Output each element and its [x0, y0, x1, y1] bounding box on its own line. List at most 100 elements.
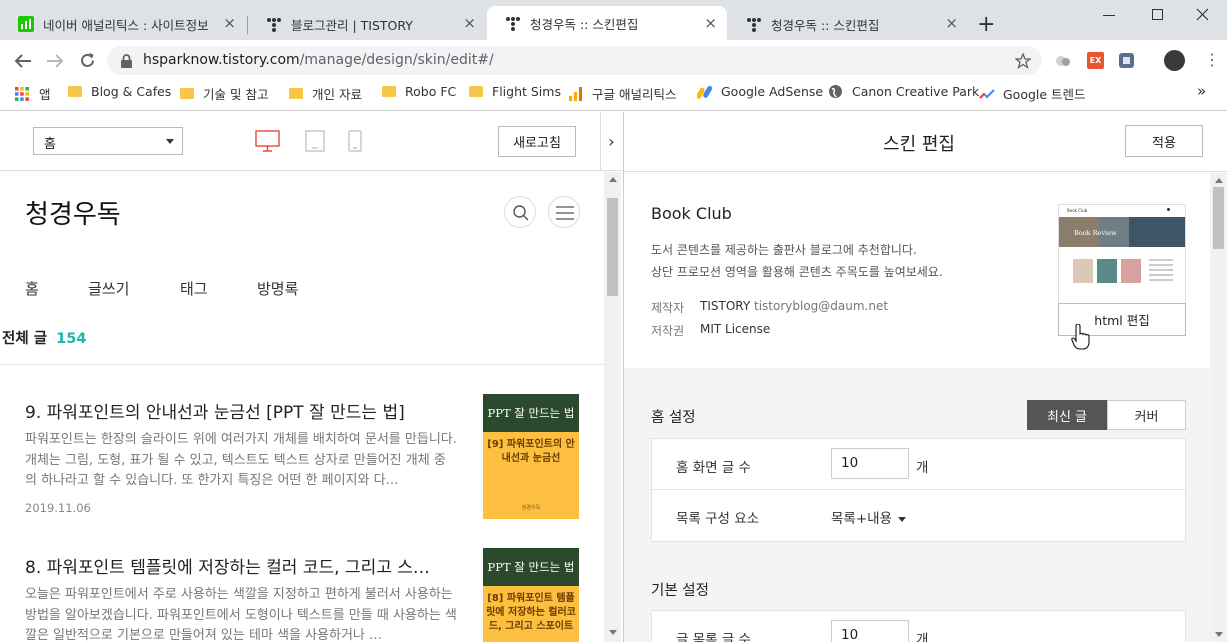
bookmark-robo-fc[interactable]: Robo FC — [382, 84, 456, 99]
page-select[interactable]: 홈 — [33, 127, 183, 155]
bookmark-label: Flight Sims — [492, 84, 561, 99]
post-date: 2019.11.06 — [25, 501, 91, 515]
scroll-down-arrow-icon[interactable] — [1215, 632, 1223, 637]
unit-label: 개 — [916, 632, 929, 642]
list-component-select[interactable]: 목록+내용 — [831, 507, 906, 527]
home-count-input[interactable]: 10 — [831, 448, 909, 479]
new-tab-button[interactable]: + — [977, 12, 995, 38]
bookmark-label: Blog & Cafes — [91, 84, 172, 99]
scroll-up-arrow-icon[interactable] — [1215, 178, 1223, 183]
tistory-icon — [746, 16, 762, 32]
tab-skin-edit-active[interactable]: 청경우독 :: 스킨편집 × — [487, 6, 727, 40]
post-excerpt[interactable]: 파워포인트는 한장의 슬라이드 위에 여러가지 개체를 배치하여 문서를 만듭니… — [25, 430, 457, 492]
post-thumbnail[interactable]: PPT 잘 만드는 법 [8] 파워포인트 템플릿에 저장하는 컬러코드, 그리… — [483, 548, 579, 642]
skin-thumbnail: Book Club Book Review — [1058, 204, 1186, 304]
extension-cloud-icon[interactable] — [1054, 52, 1072, 70]
bookmark-google-trends[interactable]: Google 트렌드 — [979, 84, 1086, 103]
post-excerpt[interactable]: 오늘은 파워포인트에서 주로 사용하는 색깔을 지정하고 편하게 불러서 사용하… — [25, 585, 457, 642]
home-count-label: 홈 화면 글 수 — [676, 460, 751, 476]
hamburger-icon — [556, 206, 574, 220]
window-close-icon[interactable] — [1196, 8, 1209, 21]
nav-home[interactable]: 홈 — [25, 278, 39, 299]
thumb-subtitle: [9] 파워포인트의 안내선과 눈금선 청경우독 — [483, 432, 579, 519]
back-icon[interactable] — [14, 53, 32, 69]
extension-ex-icon[interactable]: EX — [1087, 52, 1104, 69]
tab-skin-edit[interactable]: 청경우독 :: 스킨편집 × — [728, 8, 968, 40]
list-component-label: 목록 구성 요소 — [676, 511, 760, 527]
chevron-down-icon — [166, 139, 174, 144]
close-icon[interactable]: × — [704, 16, 717, 31]
bookmark-label: Robo FC — [405, 84, 457, 99]
more-menu-icon[interactable]: ⋮ — [1204, 51, 1220, 69]
bookmark-flight-sims[interactable]: Flight Sims — [469, 84, 561, 99]
tab-title: 네이버 애널리틱스 : 사이트정보 — [43, 17, 209, 33]
editor-scrollbar[interactable] — [1210, 173, 1227, 642]
list-count-input[interactable]: 10 — [831, 620, 909, 642]
refresh-button[interactable]: 새로고침 — [498, 126, 576, 157]
tab-naver-analytics[interactable]: 네이버 애널리틱스 : 사이트정보 × — [0, 8, 246, 40]
close-icon[interactable]: × — [463, 16, 476, 31]
license-label: 저작권 — [651, 324, 685, 338]
url-host: hsparknow.tistory.com — [143, 52, 300, 68]
scrollbar-thumb[interactable] — [607, 198, 618, 296]
post-title[interactable]: 8. 파워포인트 템플릿에 저장하는 컬러 코드, 그리고 스… — [25, 553, 430, 578]
bookmark-canon-creative-park[interactable]: Canon Creative Park — [828, 84, 979, 99]
apply-button[interactable]: 적용 — [1125, 125, 1203, 157]
home-tab-latest[interactable]: 최신 글 — [1027, 400, 1107, 430]
home-tab-cover[interactable]: 커버 — [1107, 400, 1186, 430]
tablet-view-icon[interactable] — [305, 130, 325, 152]
profile-avatar[interactable] — [1164, 50, 1185, 71]
naver-analytics-icon — [18, 16, 34, 32]
bookmark-blog-cafes[interactable]: Blog & Cafes — [68, 84, 171, 99]
reload-icon[interactable] — [79, 52, 96, 69]
post-thumbnail[interactable]: PPT 잘 만드는 법 [9] 파워포인트의 안내선과 눈금선 청경우독 — [483, 394, 579, 519]
post-title[interactable]: 9. 파워포인트의 안내선과 눈금선 [PPT 잘 만드는 법] — [25, 398, 405, 423]
desktop-view-icon[interactable] — [255, 130, 280, 152]
post-count: 전체 글 154 — [2, 327, 86, 348]
thumb-banner-text: Book Review — [1074, 229, 1117, 237]
forward-icon[interactable] — [46, 53, 64, 69]
maker-email: tistoryblog@daum.net — [754, 299, 889, 313]
tab-blog-manage[interactable]: 블로그관리 | TISTORY × — [248, 8, 486, 40]
search-button[interactable] — [504, 196, 536, 228]
bookmark-label: 앱 — [39, 87, 51, 102]
nav-write[interactable]: 글쓰기 — [88, 278, 129, 299]
scrollbar-thumb[interactable] — [1213, 187, 1224, 249]
collapse-panel-button[interactable]: › — [600, 112, 622, 171]
preview-scrollbar[interactable] — [604, 172, 621, 642]
thumb-book — [1073, 259, 1093, 283]
maximize-icon[interactable] — [1152, 9, 1163, 20]
skin-description: 상단 프로모션 영역을 활용해 콘텐츠 주목도를 높여보세요. — [651, 265, 943, 279]
bookmark-star-icon[interactable] — [1015, 53, 1031, 69]
mobile-view-icon[interactable] — [348, 130, 362, 152]
tistory-icon — [266, 16, 282, 32]
scroll-down-arrow-icon[interactable] — [609, 630, 617, 635]
analytics-icon — [569, 86, 582, 101]
divider — [651, 489, 1186, 490]
bookmark-tech-refs[interactable]: 기술 및 참고 — [180, 84, 268, 103]
list-count-label: 글 목록 글 수 — [676, 632, 751, 642]
lock-icon[interactable] — [121, 54, 132, 68]
list-component-value: 목록+내용 — [831, 511, 892, 527]
bookmarks-overflow-button[interactable]: » — [1197, 82, 1206, 100]
menu-button[interactable] — [548, 196, 580, 228]
close-icon[interactable]: × — [945, 16, 958, 31]
url-text[interactable]: hsparknow.tistory.com/manage/design/skin… — [143, 52, 494, 68]
caret-down-icon — [898, 516, 906, 522]
extension-puzzle-icon[interactable] — [1118, 52, 1135, 69]
bookmark-google-adsense[interactable]: Google AdSense — [697, 84, 823, 99]
bookmark-personal[interactable]: 개인 자료 — [289, 84, 362, 103]
thumb-banner: Book Review — [1059, 217, 1185, 247]
bookmark-label: 구글 애널리틱스 — [592, 87, 677, 102]
thumb-title: PPT 잘 만드는 법 — [483, 548, 579, 586]
close-icon[interactable]: × — [223, 16, 236, 31]
nav-tags[interactable]: 태그 — [180, 278, 208, 299]
blog-title[interactable]: 청경우독 — [25, 194, 121, 231]
minimize-icon[interactable] — [1103, 15, 1115, 16]
nav-guestbook[interactable]: 방명록 — [257, 278, 298, 299]
thumb-brand: 청경우독 — [521, 505, 541, 511]
bookmark-apps[interactable]: 앱 — [14, 84, 51, 103]
editor-header: 스킨 편집 적용 — [624, 112, 1227, 172]
bookmark-google-analytics[interactable]: 구글 애널리틱스 — [569, 84, 676, 103]
scroll-up-arrow-icon[interactable] — [609, 177, 617, 182]
